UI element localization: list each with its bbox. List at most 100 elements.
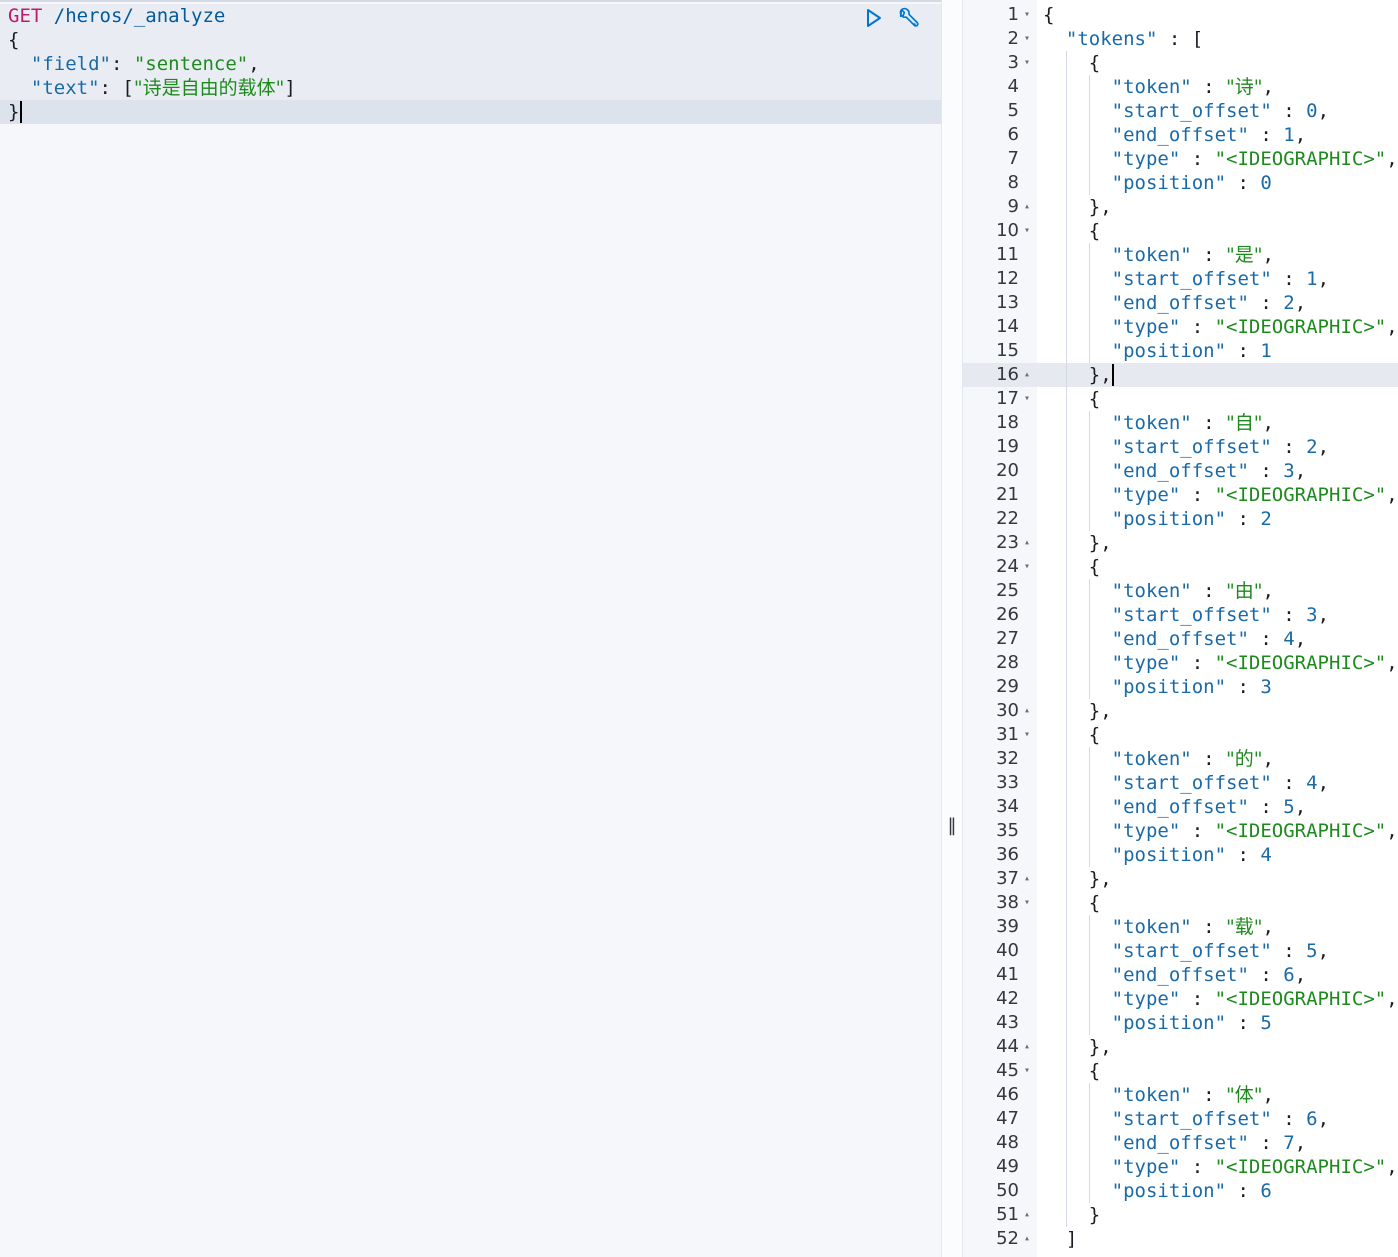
http-method: GET <box>8 5 43 27</box>
line-number: 20 <box>996 460 1019 481</box>
response-line: 2 ▾ "tokens" : [ <box>963 27 1398 51</box>
line-number: 31 <box>996 724 1019 745</box>
fold-collapse-icon[interactable]: ▾ <box>1021 219 1033 243</box>
line-number: 34 <box>996 796 1019 817</box>
response-code: "position" : 6 <box>1111 1180 1272 1202</box>
request-line-3[interactable]: "field": "sentence", <box>8 52 260 76</box>
response-code: { <box>1043 52 1101 74</box>
fold-expand-icon[interactable]: ▴ <box>1021 363 1033 387</box>
line-number: 11 <box>996 244 1019 265</box>
response-line: 33 "start_offset" : 4, <box>963 771 1398 795</box>
response-code: } <box>1043 1204 1101 1226</box>
wrench-icon[interactable] <box>896 6 920 30</box>
response-line: 40 "start_offset" : 5, <box>963 939 1398 963</box>
request-editor[interactable]: GET /heros/_analyze { "field": "sentence… <box>0 0 941 1257</box>
response-code: "start_offset" : 5, <box>1111 940 1330 962</box>
response-line: 7 "type" : "<IDEOGRAPHIC>", <box>963 147 1398 171</box>
response-line: 51 ▴ } <box>963 1203 1398 1227</box>
line-number: 7 <box>1007 148 1019 169</box>
response-line: 48 "end_offset" : 7, <box>963 1131 1398 1155</box>
response-code: "position" : 1 <box>1111 340 1272 362</box>
fold-collapse-icon[interactable]: ▾ <box>1021 387 1033 411</box>
response-line: 36 "position" : 4 <box>963 843 1398 867</box>
fold-collapse-icon[interactable]: ▾ <box>1021 51 1033 75</box>
line-number: 41 <box>996 964 1019 985</box>
response-code: }, <box>1043 364 1112 386</box>
response-line: 38 ▾ { <box>963 891 1398 915</box>
fold-collapse-icon[interactable]: ▾ <box>1021 3 1033 27</box>
fold-expand-icon[interactable]: ▴ <box>1021 195 1033 219</box>
fold-collapse-icon[interactable]: ▾ <box>1021 27 1033 51</box>
response-viewer[interactable]: 1 ▾{2 ▾ "tokens" : [3 ▾ {4 "token" : "诗", 5 … <box>963 0 1398 1257</box>
response-code: "start_offset" : 1, <box>1111 268 1330 290</box>
fold-expand-icon[interactable]: ▴ <box>1021 1227 1033 1251</box>
fold-collapse-icon[interactable]: ▾ <box>1021 1059 1033 1083</box>
line-number: 44 <box>996 1036 1019 1057</box>
line-number: 32 <box>996 748 1019 769</box>
line-number: 49 <box>996 1156 1019 1177</box>
response-code: "token" : "体", <box>1111 1084 1274 1106</box>
response-line: 1 ▾ { <box>963 3 1398 27</box>
fold-expand-icon[interactable]: ▴ <box>1021 1035 1033 1059</box>
splitter-handle-icon[interactable]: ‖ <box>947 815 957 837</box>
fold-expand-icon[interactable]: ▴ <box>1021 699 1033 723</box>
response-code: }, <box>1043 700 1112 722</box>
request-actions <box>862 6 920 30</box>
indent-guide <box>1089 75 1090 195</box>
response-line: 46 "token" : "体", <box>963 1083 1398 1107</box>
line-number: 3 <box>1007 52 1019 73</box>
pane-splitter[interactable]: ‖ <box>941 0 963 1257</box>
fold-expand-icon[interactable]: ▴ <box>1021 531 1033 555</box>
line-number: 9 <box>1007 196 1019 217</box>
text-key: "text" <box>30 77 100 99</box>
request-line-5[interactable]: } <box>0 100 941 124</box>
indent-guide <box>1089 747 1090 867</box>
line-number: 43 <box>996 1012 1019 1033</box>
line-number: 30 <box>996 700 1019 721</box>
response-code: "position" : 2 <box>1111 508 1272 530</box>
response-code: "end_offset" : 6, <box>1111 964 1307 986</box>
play-icon[interactable] <box>862 6 886 30</box>
indent-guide <box>1089 915 1090 1035</box>
response-code: "start_offset" : 2, <box>1111 436 1330 458</box>
line-number: 19 <box>996 436 1019 457</box>
response-line: 22 "position" : 2 <box>963 507 1398 531</box>
response-code: "position" : 0 <box>1111 172 1272 194</box>
response-code: "token" : "是", <box>1111 244 1274 266</box>
request-line-2[interactable]: { <box>8 28 19 52</box>
fold-collapse-icon[interactable]: ▾ <box>1021 555 1033 579</box>
fold-collapse-icon[interactable]: ▾ <box>1021 723 1033 747</box>
field-value: "sentence" <box>133 53 249 75</box>
request-line-4[interactable]: "text": ["诗是自由的载体"] <box>8 76 296 100</box>
line-number: 51 <box>996 1204 1019 1225</box>
response-code: "type" : "<IDEOGRAPHIC>", <box>1111 820 1398 842</box>
line-number: 40 <box>996 940 1019 961</box>
line-number: 28 <box>996 652 1019 673</box>
line-number: 14 <box>996 316 1019 337</box>
request-line-1[interactable]: GET /heros/_analyze <box>8 4 225 28</box>
fold-expand-icon[interactable]: ▴ <box>1021 867 1033 891</box>
response-code: "token" : "自", <box>1111 412 1274 434</box>
indent-guide <box>1089 1083 1090 1203</box>
fold-collapse-icon[interactable]: ▾ <box>1021 891 1033 915</box>
indent-guide <box>1089 579 1090 699</box>
response-line: 9 ▴ }, <box>963 195 1398 219</box>
line-number: 45 <box>996 1060 1019 1081</box>
response-code: }, <box>1043 196 1112 218</box>
response-line: 19 "start_offset" : 2, <box>963 435 1398 459</box>
response-line: 26 "start_offset" : 3, <box>963 603 1398 627</box>
line-number: 24 <box>996 556 1019 577</box>
response-code: "end_offset" : 4, <box>1111 628 1307 650</box>
fold-expand-icon[interactable]: ▴ <box>1021 1203 1033 1227</box>
response-line: 28 "type" : "<IDEOGRAPHIC>", <box>963 651 1398 675</box>
response-code: "token" : "的", <box>1111 748 1274 770</box>
response-line: 31 ▾ { <box>963 723 1398 747</box>
response-line: 47 "start_offset" : 6, <box>963 1107 1398 1131</box>
response-code: "end_offset" : 7, <box>1111 1132 1307 1154</box>
line-number: 1 <box>1007 4 1019 25</box>
response-code: { <box>1043 724 1101 746</box>
response-code: ] <box>1043 1228 1078 1250</box>
response-code: "start_offset" : 0, <box>1111 100 1330 122</box>
response-line: 4 "token" : "诗", <box>963 75 1398 99</box>
response-code: "token" : "由", <box>1111 580 1274 602</box>
